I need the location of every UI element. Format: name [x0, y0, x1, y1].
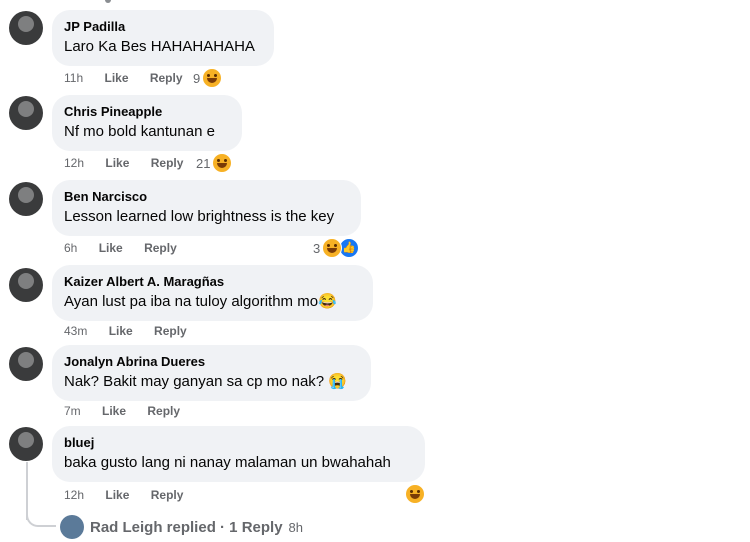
- haha-icon: [322, 238, 343, 258]
- comment-author[interactable]: bluej: [64, 434, 413, 451]
- like-button[interactable]: Like: [102, 404, 126, 418]
- reaction-count: 9: [193, 70, 201, 86]
- comment-actions: 43m Like Reply: [64, 324, 205, 338]
- thread-connector: [26, 505, 56, 527]
- reaction-summary[interactable]: 21: [196, 153, 233, 173]
- view-replies-link[interactable]: Rad Leigh replied · 1 Reply 8h: [60, 515, 303, 539]
- like-button[interactable]: Like: [99, 241, 123, 255]
- comment-text: Lesson learned low brightness is the key: [64, 208, 335, 225]
- reply-summary-text[interactable]: Rad Leigh replied · 1 Reply: [90, 519, 283, 536]
- comment-author[interactable]: JP Padilla: [64, 18, 262, 35]
- like-button[interactable]: Like: [104, 71, 128, 85]
- like-button[interactable]: Like: [105, 488, 129, 502]
- comment-actions: 7m Like Reply: [64, 404, 198, 418]
- avatar[interactable]: [9, 11, 43, 45]
- comment-author[interactable]: Jonalyn Abrina Dueres: [64, 353, 359, 370]
- comment-bubble: Kaizer Albert A. Maragñas Ayan lust pa i…: [52, 265, 373, 321]
- avatar[interactable]: [9, 96, 43, 130]
- comment-text: Nak? Bakit may ganyan sa cp mo nak? 😭: [64, 373, 347, 390]
- reply-button[interactable]: Reply: [147, 404, 180, 418]
- comment-time[interactable]: 12h: [64, 488, 84, 502]
- avatar[interactable]: [9, 427, 43, 461]
- haha-icon: [202, 68, 223, 88]
- reply-time: 8h: [288, 519, 304, 535]
- comment-time[interactable]: 43m: [64, 324, 87, 338]
- haha-icon: [212, 153, 233, 173]
- reply-button[interactable]: Reply: [144, 241, 177, 255]
- avatar[interactable]: [9, 268, 43, 302]
- comment-text: Ayan lust pa iba na tuloy algorithm mo😂: [64, 293, 337, 310]
- comment-bubble: Jonalyn Abrina Dueres Nak? Bakit may gan…: [52, 345, 371, 401]
- comment-bubble: JP Padilla Laro Ka Bes HAHAHAHAHA: [52, 10, 274, 66]
- reply-button[interactable]: Reply: [151, 488, 184, 502]
- comment-bubble: Ben Narcisco Lesson learned low brightne…: [52, 180, 361, 236]
- comment-author[interactable]: Ben Narcisco: [64, 188, 349, 205]
- like-button[interactable]: Like: [109, 324, 133, 338]
- comment-author[interactable]: Chris Pineapple: [64, 103, 230, 120]
- comment-text: Nf mo bold kantunan e: [64, 123, 215, 140]
- reply-avatar: [60, 515, 84, 539]
- reaction-summary[interactable]: [405, 484, 425, 504]
- comment-actions: 12h Like Reply: [64, 156, 201, 170]
- avatar[interactable]: [9, 347, 43, 381]
- comment-author[interactable]: Kaizer Albert A. Maragñas: [64, 273, 361, 290]
- reaction-count: 3: [313, 240, 321, 256]
- comment-text: Laro Ka Bes HAHAHAHAHA: [64, 38, 255, 55]
- comment-time[interactable]: 11h: [64, 71, 83, 85]
- reply-button[interactable]: Reply: [150, 71, 183, 85]
- comment-time[interactable]: 7m: [64, 404, 81, 418]
- comment-actions: 12h Like Reply: [64, 488, 201, 502]
- reaction-summary[interactable]: 9: [193, 68, 223, 88]
- top-dot: [105, 0, 111, 3]
- like-button[interactable]: Like: [105, 156, 129, 170]
- haha-icon: [405, 484, 425, 504]
- comment-bubble: Chris Pineapple Nf mo bold kantunan e: [52, 95, 242, 151]
- comment-text: baka gusto lang ni nanay malaman un bwah…: [64, 454, 391, 471]
- reaction-summary[interactable]: 3 👍: [313, 238, 360, 258]
- like-reaction-icon: 👍: [339, 238, 360, 258]
- reply-button[interactable]: Reply: [151, 156, 184, 170]
- reply-button[interactable]: Reply: [154, 324, 187, 338]
- comment-time[interactable]: 6h: [64, 241, 77, 255]
- comment-actions: 6h Like Reply: [64, 241, 195, 255]
- comment-bubble: bluej baka gusto lang ni nanay malaman u…: [52, 426, 425, 482]
- comment-time[interactable]: 12h: [64, 156, 84, 170]
- reaction-count: 21: [196, 155, 211, 171]
- comment-actions: 11h Like Reply: [64, 71, 201, 85]
- avatar[interactable]: [9, 182, 43, 216]
